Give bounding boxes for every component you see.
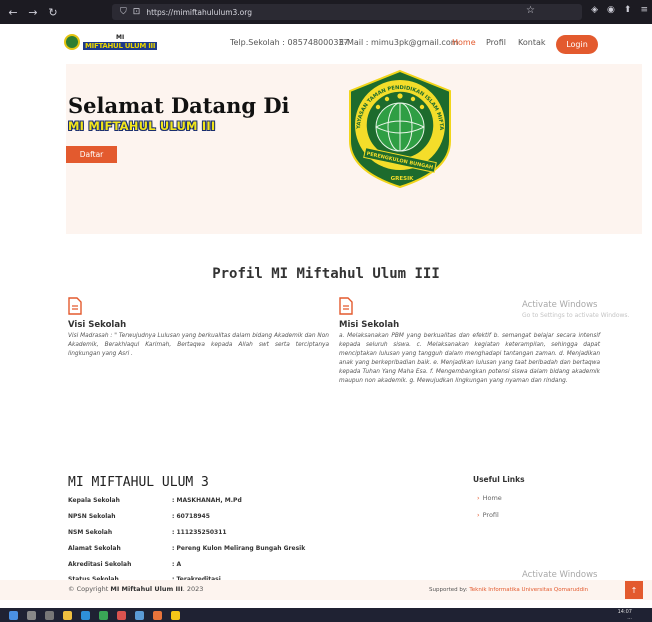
hero-subtitle: MI MIFTAHUL ULUM III [68, 119, 216, 133]
supported-prefix: Supported by: [429, 587, 468, 593]
info-value-npsn: : 60718945 [172, 513, 210, 520]
activate-windows-watermark-bottom: Activate Windows [522, 570, 598, 580]
copyright-text: © Copyright MI Miftahul Ulum III. 2023 [68, 585, 203, 593]
arrow-up-icon: ↑ [630, 585, 638, 595]
logo-bottom-text: MIFTAHUL ULUM III [83, 42, 158, 50]
url-text[interactable]: https://mimiftahululum3.org [146, 8, 252, 17]
copyright-prefix: © Copyright [68, 585, 109, 593]
useful-links-title: Useful Links [473, 475, 525, 484]
visi-title: Visi Sekolah [68, 320, 127, 330]
firefox-icon[interactable] [153, 610, 162, 620]
activate-windows-subtext: Go to Settings to activate Windows. [522, 312, 630, 319]
footer-link-profil-label: Profil [482, 511, 499, 519]
info-value-alamat: : Pereng Kulon Melirang Bungah Gresik [172, 545, 306, 552]
logo-top-text: MI [115, 34, 125, 41]
info-label-alamat: Alamat Sekolah [68, 545, 121, 552]
menu-icon[interactable]: ≡ [640, 5, 648, 15]
hero-title: Selamat Datang Di [68, 93, 290, 118]
search-icon[interactable] [27, 610, 36, 620]
profil-heading: Profil MI Miftahul Ulum III [212, 266, 440, 282]
school-emblem-icon: YAYASAN TAMAN PENDIDIKAN ISLAM MIFTAHUL … [338, 67, 451, 189]
account-icon[interactable]: ◉ [607, 5, 615, 15]
app-icon-red[interactable] [117, 610, 126, 620]
misi-text: a. Melaksanakan PBM yang berkualitas dan… [339, 333, 600, 384]
info-label-nsm: NSM Sekolah [68, 529, 113, 536]
info-value-akreditasi: : A [172, 561, 182, 568]
header-email: E-Mail : mimu3pk@gmail.com [339, 38, 459, 47]
nav-profil-link[interactable]: Profil [486, 38, 506, 47]
taskbar-date: ... [627, 615, 632, 621]
bookmark-star-icon[interactable]: ☆ [526, 5, 535, 16]
info-label-npsn: NPSN Sekolah [68, 513, 116, 520]
copyright-name: MI Miftahul Ulum III [110, 585, 183, 593]
chevron-right-icon: › [477, 511, 480, 519]
chevron-right-icon: › [477, 494, 480, 502]
back-icon[interactable]: ← [6, 6, 20, 19]
footer-link-home[interactable]: › Home [477, 494, 502, 502]
task-view-icon[interactable] [45, 610, 54, 620]
copyright-year: . 2023 [182, 585, 204, 593]
scroll-top-button[interactable]: ↑ [625, 581, 643, 599]
footer-link-profil[interactable]: › Profil [477, 511, 499, 519]
login-button[interactable]: Login [556, 35, 598, 54]
info-label-akreditasi: Akreditasi Sekolah [68, 561, 132, 568]
nav-home-link[interactable]: Home [452, 38, 476, 47]
info-value-kepala: : MASKHANAH, M.Pd [172, 497, 242, 504]
forward-icon[interactable]: → [26, 6, 40, 19]
daftar-button[interactable]: Daftar [66, 146, 117, 163]
visi-text: Visi Madrasah : " Terwujudnya Lulusan ya… [68, 333, 329, 357]
document-icon [339, 297, 353, 315]
supported-by-text: Supported by: Teknik Informatika Univers… [429, 587, 588, 593]
info-label-kepala: Kepala Sekolah [68, 497, 120, 504]
misi-title: Misi Sekolah [339, 320, 400, 330]
footer-school-name: MI MIFTAHUL ULUM 3 [68, 475, 209, 490]
site-logo[interactable]: MI MIFTAHUL ULUM III [64, 34, 158, 50]
shield-icon[interactable]: ⛉ [120, 7, 127, 17]
browser-actions: ◈ ◉ ⬆ ≡ [591, 5, 648, 15]
reload-icon[interactable]: ↻ [46, 6, 60, 19]
site-header: MI MIFTAHUL ULUM III Telp.Sekolah : 0857… [0, 24, 652, 64]
supported-link[interactable]: Teknik Informatika Universitas Qomaruddi… [469, 587, 588, 593]
app-icon-blue[interactable] [135, 610, 144, 620]
logo-badge-icon [64, 34, 80, 50]
footer-link-home-label: Home [482, 494, 502, 502]
document-icon [68, 297, 82, 315]
windows-start-icon[interactable] [9, 610, 18, 620]
emblem-bottom-text: GRESIK [391, 176, 415, 182]
info-value-nsm: : 111235250311 [172, 529, 227, 536]
store-icon[interactable] [81, 610, 90, 620]
app-icon-yellow[interactable] [171, 610, 180, 620]
extensions-icon[interactable]: ⬆ [624, 5, 632, 15]
browser-toolbar: ← → ↻ ⛉ ⊡ https://mimiftahululum3.org ☆ … [0, 0, 652, 24]
lock-icon: ⊡ [132, 7, 141, 17]
chrome-icon[interactable] [99, 610, 108, 620]
taskbar-clock[interactable]: 14:07 ... [618, 609, 632, 621]
header-phone: Telp.Sekolah : 085748000337 [230, 38, 349, 47]
file-explorer-icon[interactable] [63, 610, 72, 620]
hero-section: Selamat Datang Di MI MIFTAHUL ULUM III D… [66, 64, 642, 234]
windows-taskbar: 14:07 ... [0, 608, 652, 622]
address-bar[interactable]: ⛉ ⊡ https://mimiftahululum3.org [112, 4, 582, 20]
nav-kontak-link[interactable]: Kontak [518, 38, 545, 47]
activate-windows-watermark: Activate Windows [522, 300, 598, 310]
pocket-icon[interactable]: ◈ [591, 5, 598, 15]
